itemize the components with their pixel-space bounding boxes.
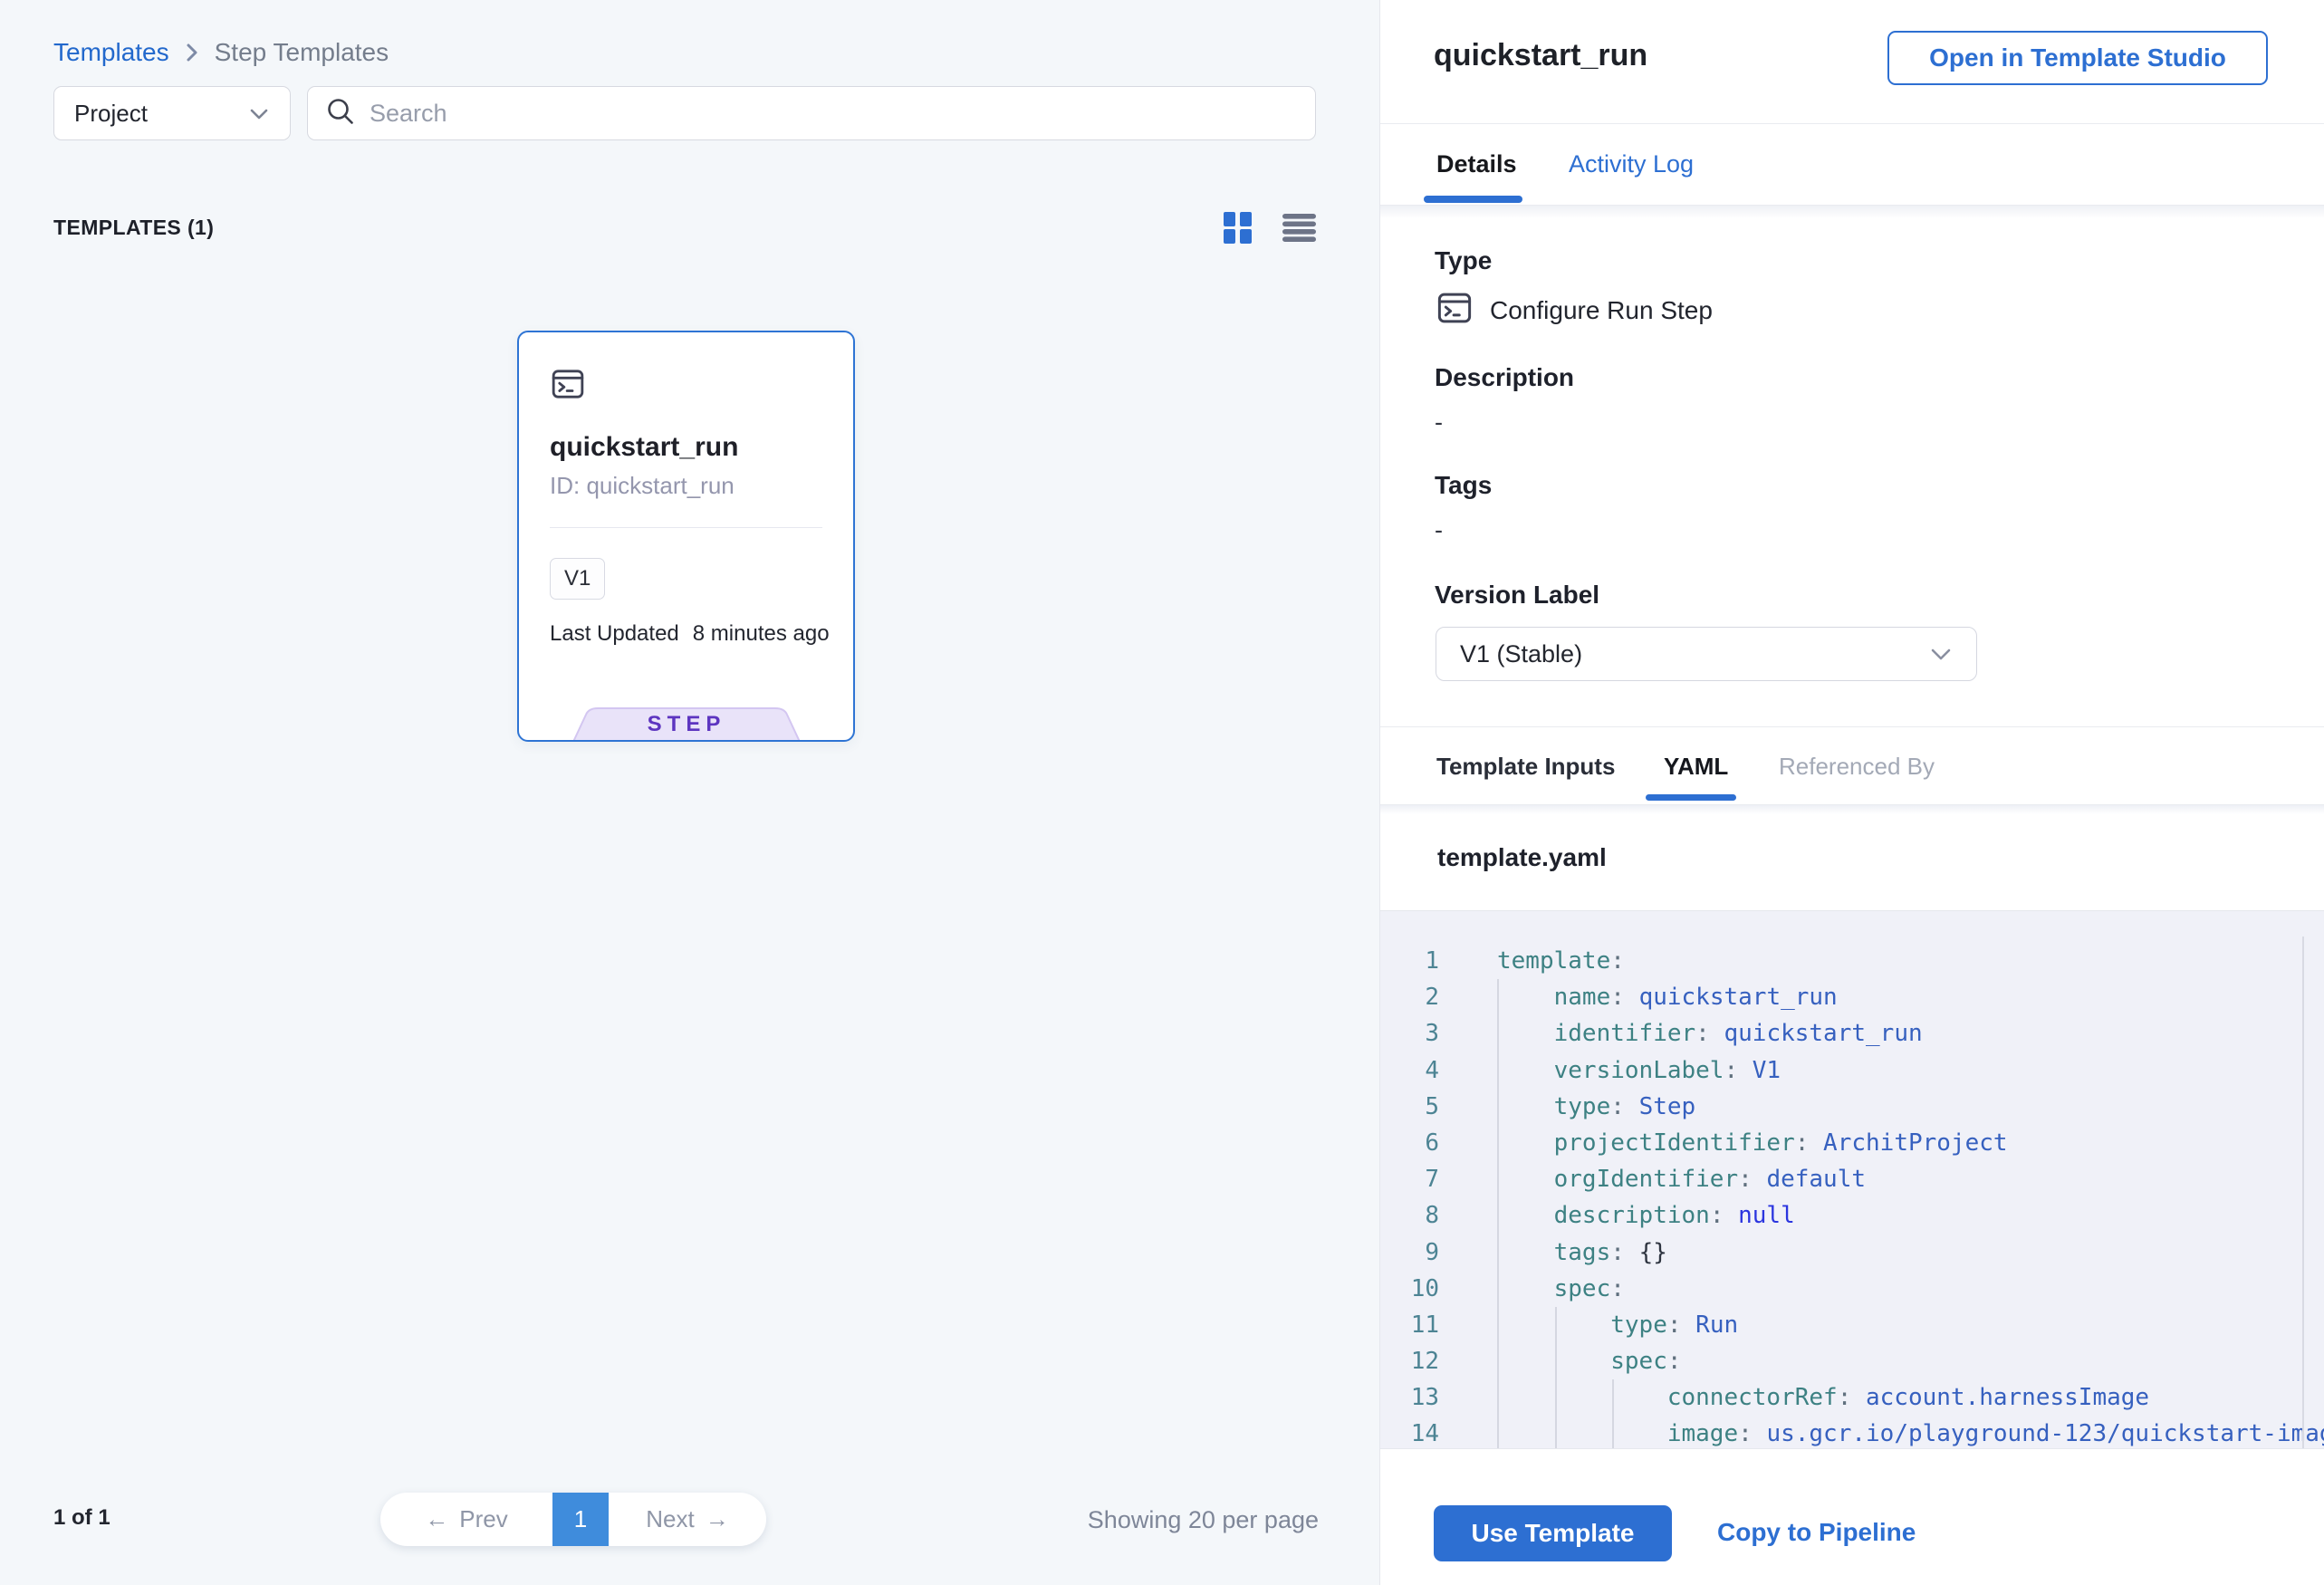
description-label: Description <box>1435 363 1574 392</box>
tags-label: Tags <box>1435 471 1492 500</box>
step-type-badge: STEP <box>572 706 801 742</box>
yaml-line: 1template: <box>1380 943 2324 979</box>
yaml-line: 7 orgIdentifier: default <box>1380 1161 2324 1197</box>
search-placeholder: Search <box>370 100 447 128</box>
indent-guide <box>1612 1379 1614 1449</box>
version-label: Version Label <box>1435 581 1599 610</box>
list-view-icon[interactable] <box>1282 214 1316 246</box>
template-detail-panel: quickstart_run Open in Template Studio D… <box>1379 0 2324 1585</box>
indent-guide <box>1497 979 1499 1449</box>
view-toggles <box>1224 212 1316 248</box>
last-updated-label: Last Updated <box>550 621 679 647</box>
chevron-down-icon <box>248 100 270 128</box>
yaml-file-name: template.yaml <box>1437 843 1607 872</box>
tab-template-inputs[interactable]: Template Inputs <box>1436 753 1615 781</box>
next-label: Next <box>646 1505 694 1533</box>
yaml-line: 5 type: Step <box>1380 1089 2324 1125</box>
tab-referenced-by[interactable]: Referenced By <box>1779 753 1935 781</box>
pagination: ← Prev 1 Next → <box>380 1493 766 1546</box>
card-divider <box>550 527 822 528</box>
yaml-line: 8 description: null <box>1380 1197 2324 1234</box>
breadcrumb-templates-link[interactable]: Templates <box>53 38 169 67</box>
breadcrumb-current: Step Templates <box>215 38 389 67</box>
tab-activity-log[interactable]: Activity Log <box>1569 150 1694 178</box>
tab-yaml[interactable]: YAML <box>1664 753 1728 781</box>
yaml-line: 3 identifier: quickstart_run <box>1380 1015 2324 1052</box>
step-badge-label: STEP <box>572 712 801 737</box>
tab-details[interactable]: Details <box>1436 150 1517 178</box>
yaml-code-lines: 1template:2 name: quickstart_run3 identi… <box>1380 943 2324 1449</box>
yaml-line: 4 versionLabel: V1 <box>1380 1052 2324 1089</box>
yaml-line: 14 image: us.gcr.io/playground-123/quick… <box>1380 1416 2324 1449</box>
chevron-down-icon <box>1929 640 1953 668</box>
detail-title: quickstart_run <box>1434 38 1647 73</box>
version-select[interactable]: V1 (Stable) <box>1436 627 1977 681</box>
type-value: Configure Run Step <box>1490 296 1713 325</box>
copy-to-pipeline-link[interactable]: Copy to Pipeline <box>1717 1518 1916 1547</box>
card-id: ID: quickstart_run <box>550 472 735 500</box>
yaml-line: 11 type: Run <box>1380 1307 2324 1343</box>
terminal-step-icon <box>550 366 586 407</box>
yaml-tab-underline <box>1646 794 1736 801</box>
prev-label: Prev <box>459 1505 507 1533</box>
card-last-updated: Last Updated 8 minutes ago <box>550 621 830 647</box>
tabs-shadow <box>1380 206 2324 218</box>
last-updated-value: 8 minutes ago <box>693 621 830 647</box>
scope-select[interactable]: Project <box>53 86 291 140</box>
type-label: Type <box>1435 246 1492 275</box>
page-count: 1 of 1 <box>53 1505 110 1531</box>
prev-page-button[interactable]: ← Prev <box>380 1493 552 1546</box>
search-icon <box>324 95 357 132</box>
scope-select-value: Project <box>74 100 148 128</box>
open-in-template-studio-button[interactable]: Open in Template Studio <box>1887 31 2268 85</box>
details-tab-underline <box>1424 196 1522 203</box>
yaml-line: 2 name: quickstart_run <box>1380 979 2324 1015</box>
breadcrumb: Templates Step Templates <box>53 38 389 67</box>
chevron-right-icon <box>182 41 202 64</box>
yaml-code-editor[interactable]: 1template:2 name: quickstart_run3 identi… <box>1380 910 2324 1449</box>
terminal-step-icon <box>1436 289 1474 331</box>
templates-list-panel: Templates Step Templates Project Search … <box>0 0 1379 1585</box>
description-value: - <box>1435 408 1443 437</box>
templates-count-header: TEMPLATES (1) <box>53 216 214 240</box>
use-template-button[interactable]: Use Template <box>1434 1505 1672 1561</box>
subtabs-shadow <box>1380 805 2324 814</box>
page-size-label: Showing 20 per page <box>942 1506 1319 1534</box>
indent-guide <box>1555 1307 1557 1449</box>
next-page-button[interactable]: Next → <box>609 1493 766 1546</box>
tags-value: - <box>1435 516 1443 544</box>
card-version-badge: V1 <box>550 558 605 600</box>
minimap-divider <box>2302 937 2304 1448</box>
search-input[interactable]: Search <box>307 86 1316 140</box>
grid-view-icon[interactable] <box>1224 212 1252 248</box>
yaml-line: 13 connectorRef: account.harnessImage <box>1380 1379 2324 1416</box>
arrow-right-icon: → <box>706 1505 729 1533</box>
yaml-line: 6 projectIdentifier: ArchitProject <box>1380 1125 2324 1161</box>
yaml-line: 12 spec: <box>1380 1343 2324 1379</box>
yaml-line: 9 tags: {} <box>1380 1234 2324 1271</box>
version-select-value: V1 (Stable) <box>1460 640 1582 668</box>
header-divider <box>1380 123 2324 124</box>
sections-divider <box>1380 726 2324 727</box>
arrow-left-icon: ← <box>425 1505 448 1533</box>
page-1-button[interactable]: 1 <box>552 1493 609 1546</box>
template-card[interactable]: quickstart_run ID: quickstart_run V1 Las… <box>517 331 855 742</box>
card-title: quickstart_run <box>550 432 738 463</box>
yaml-line: 10 spec: <box>1380 1271 2324 1307</box>
